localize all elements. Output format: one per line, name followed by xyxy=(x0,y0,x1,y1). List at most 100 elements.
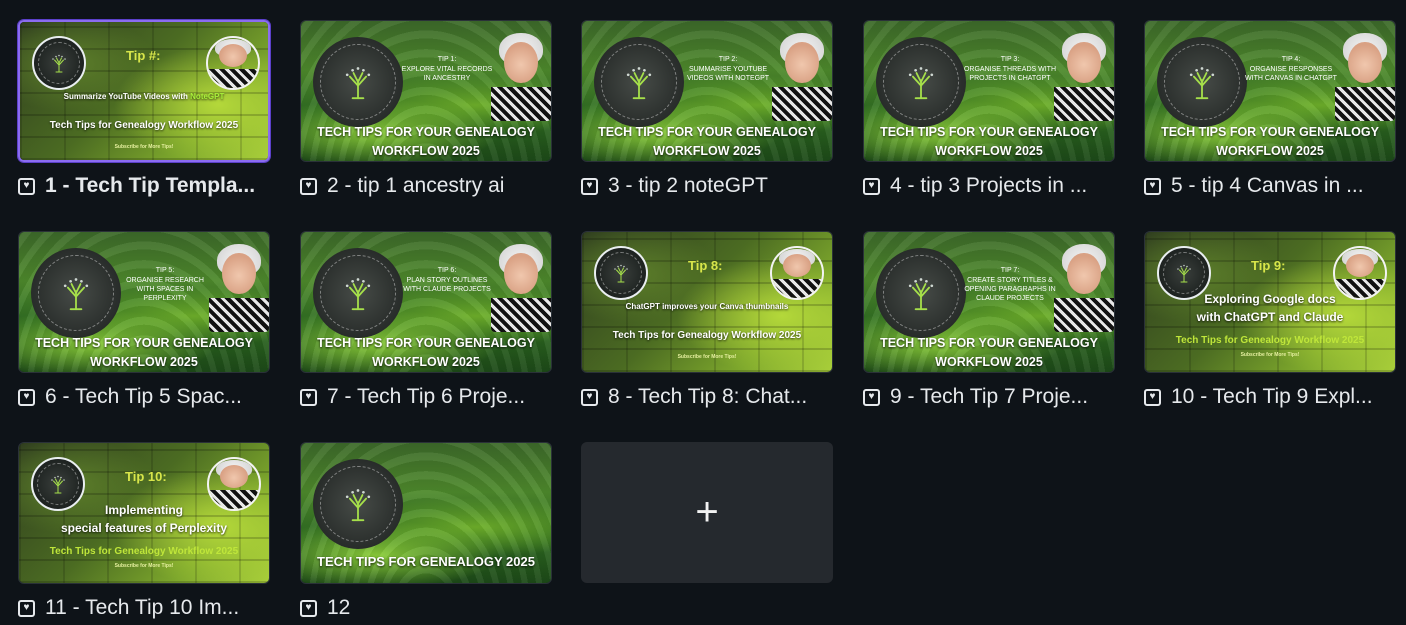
design-thumbnail[interactable]: TIP 4: ORGANISE RESPONSES WITH CANVAS IN … xyxy=(1144,20,1396,162)
portrait-face xyxy=(1067,252,1101,295)
design-card[interactable]: Tip 10: Implementing special features of P… xyxy=(18,442,270,622)
nextgengenealogy-logo xyxy=(1157,37,1247,127)
design-title: 9 - Tech Tip 7 Proje... xyxy=(890,385,1089,408)
design-caption[interactable]: 12 xyxy=(300,594,552,622)
nextgengenealogy-logo xyxy=(32,36,86,90)
tip-text: ORGANISE RESPONSES WITH CANVAS IN CHATGP… xyxy=(1245,66,1337,82)
headline-line-1: Exploring Google docs xyxy=(1204,292,1336,306)
presenter-portrait xyxy=(1054,31,1114,121)
tree-icon xyxy=(1177,264,1191,283)
design-thumbnail[interactable]: TIP 3: ORGANISE THREADS WITH PROJECTS IN … xyxy=(863,20,1115,162)
banner-line-1: TECH TIPS FOR YOUR GENEALOGY xyxy=(880,125,1098,139)
thumbnail-banner: TECH TIPS FOR YOUR GENEALOGY WORKFLOW 202… xyxy=(1145,123,1395,161)
design-thumbnail[interactable]: Tip 9: Exploring Google docs with ChatGPT … xyxy=(1144,231,1396,373)
design-caption[interactable]: 8 - Tech Tip 8: Chat... xyxy=(581,383,833,411)
design-thumbnail[interactable]: TIP 2: SUMMARISE YOUTUBE VIDEOS WITH Note… xyxy=(581,20,833,162)
portrait-clothing xyxy=(491,86,551,121)
design-type-icon xyxy=(300,177,317,195)
presenter-portrait xyxy=(770,246,824,300)
design-thumbnail[interactable]: TIP 5: ORGANISE RESEARCH WITH SPACES IN P… xyxy=(18,231,270,373)
design-type-icon xyxy=(300,599,317,617)
design-caption[interactable]: 5 - tip 4 Canvas in ... xyxy=(1144,172,1396,200)
design-card[interactable]: TIP 2: SUMMARISE YOUTUBE VIDEOS WITH Note… xyxy=(581,20,833,200)
tip-text: CREATE STORY TITLES & OPENING PARAGRAPHS… xyxy=(964,277,1056,302)
thumbnail-banner: TECH TIPS FOR YOUR GENEALOGY WORKFLOW 202… xyxy=(864,334,1114,372)
portrait-face xyxy=(1348,41,1382,84)
design-caption[interactable]: 11 - Tech Tip 10 Im... xyxy=(18,594,270,622)
banner-line-1: TECH TIPS FOR YOUR GENEALOGY xyxy=(880,336,1098,350)
portrait-face xyxy=(220,465,248,488)
tree-icon xyxy=(52,54,66,73)
portrait-clothing xyxy=(209,297,269,332)
design-type-icon xyxy=(1144,177,1161,195)
headline-text: ChatGPT improves your Canva thumbnails xyxy=(625,302,789,311)
tip-number: TIP 1: xyxy=(437,56,457,63)
thumbnail-banner: TECH TIPS FOR GENEALOGY 2025 xyxy=(317,554,535,569)
design-thumbnail[interactable]: TIP 7: CREATE STORY TITLES & OPENING PARA… xyxy=(863,231,1115,373)
design-card[interactable]: Tip 9: Exploring Google docs with ChatGPT … xyxy=(1144,231,1396,411)
design-thumbnail[interactable]: Tip 10: Implementing special features of P… xyxy=(18,442,270,584)
design-caption[interactable]: 6 - Tech Tip 5 Spac... xyxy=(18,383,270,411)
presenter-portrait xyxy=(1335,31,1395,121)
subscribe-text: Subscribe for More Tips! xyxy=(677,354,737,360)
portrait-clothing xyxy=(1054,297,1114,332)
design-card[interactable]: TIP 7: CREATE STORY TITLES & OPENING PARA… xyxy=(863,231,1115,411)
design-card[interactable]: TIP 3: ORGANISE THREADS WITH PROJECTS IN … xyxy=(863,20,1115,200)
banner-line-2: WORKFLOW 2025 xyxy=(372,355,480,369)
thumbnail-banner: TECH TIPS FOR YOUR GENEALOGY WORKFLOW 202… xyxy=(301,334,551,372)
tip-text: SUMMARISE YOUTUBE VIDEOS WITH NoteGPT xyxy=(686,66,770,82)
design-card[interactable]: TIP 1: EXPLORE VITAL RECORDS IN ANCESTRY T… xyxy=(300,20,552,200)
tree-icon xyxy=(908,67,934,100)
design-type-icon xyxy=(1144,388,1161,406)
design-title: 5 - tip 4 Canvas in ... xyxy=(1171,174,1364,197)
design-card[interactable]: TIP 4: ORGANISE RESPONSES WITH CANVAS IN … xyxy=(1144,20,1396,200)
banner-line-1: TECH TIPS FOR YOUR GENEALOGY xyxy=(317,125,535,139)
design-caption[interactable]: 10 - Tech Tip 9 Expl... xyxy=(1144,383,1396,411)
design-thumbnail[interactable]: TIP 1: EXPLORE VITAL RECORDS IN ANCESTRY T… xyxy=(300,20,552,162)
design-card[interactable]: TIP 5: ORGANISE RESEARCH WITH SPACES IN P… xyxy=(18,231,270,411)
presenter-portrait xyxy=(491,242,551,332)
design-type-icon xyxy=(18,177,35,195)
tip-number: TIP 6: xyxy=(437,267,457,274)
portrait-face xyxy=(222,252,256,295)
tree-icon xyxy=(1189,67,1215,100)
banner-line-2: WORKFLOW 2025 xyxy=(372,144,480,158)
design-card[interactable]: Tip #: Summarize YouTube Videos with Note… xyxy=(18,20,270,200)
tree-icon xyxy=(51,475,65,494)
nextgengenealogy-logo xyxy=(313,459,403,549)
design-caption[interactable]: 1 - Tech Tip Templa... xyxy=(18,172,270,200)
add-design-button[interactable]: + xyxy=(581,442,833,583)
portrait-clothing xyxy=(772,86,832,121)
presenter-portrait xyxy=(209,242,269,332)
thumbnail-banner: Tech Tips for Genealogy Workflow 2025 xyxy=(49,120,239,131)
plus-icon: + xyxy=(695,490,719,534)
portrait-clothing xyxy=(1335,86,1395,121)
thumbnail-banner: TECH TIPS FOR YOUR GENEALOGY WORKFLOW 202… xyxy=(301,123,551,161)
portrait-clothing xyxy=(491,297,551,332)
design-thumbnail[interactable]: Tip 8: ChatGPT improves your Canva thumbn… xyxy=(581,231,833,373)
design-card[interactable]: TECH TIPS FOR GENEALOGY 2025 12 xyxy=(300,442,552,622)
design-card[interactable]: Tip 8: ChatGPT improves your Canva thumbn… xyxy=(581,231,833,411)
design-caption[interactable]: 4 - tip 3 Projects in ... xyxy=(863,172,1115,200)
headline-line-1: Implementing xyxy=(104,503,183,517)
thumbnail-banner: Tech Tips for Genealogy Workflow 2025 xyxy=(1175,335,1365,346)
nextgengenealogy-logo xyxy=(594,246,648,300)
design-type-icon xyxy=(18,388,35,406)
design-caption[interactable]: 2 - tip 1 ancestry ai xyxy=(300,172,552,200)
design-caption[interactable]: 9 - Tech Tip 7 Proje... xyxy=(863,383,1115,411)
tip-number: Tip 10: xyxy=(125,469,167,484)
design-caption[interactable]: 3 - tip 2 noteGPT xyxy=(581,172,833,200)
tip-text: ORGANISE RESEARCH WITH SPACES IN PERPLEX… xyxy=(126,277,204,302)
design-caption[interactable]: 7 - Tech Tip 6 Proje... xyxy=(300,383,552,411)
design-card[interactable]: TIP 6: PLAN STORY OUTLINES WITH CLAUDE PR… xyxy=(300,231,552,411)
design-title: 1 - Tech Tip Templa... xyxy=(45,174,256,197)
design-thumbnail[interactable]: TECH TIPS FOR GENEALOGY 2025 xyxy=(300,442,552,584)
design-type-icon xyxy=(581,177,598,195)
portrait-face xyxy=(783,254,811,277)
design-thumbnail[interactable]: TIP 6: PLAN STORY OUTLINES WITH CLAUDE PR… xyxy=(300,231,552,373)
nextgengenealogy-logo xyxy=(313,37,403,127)
design-thumbnail[interactable]: Tip #: Summarize YouTube Videos with Note… xyxy=(18,20,270,162)
nextgengenealogy-logo xyxy=(876,37,966,127)
headline-accent: NoteGPT xyxy=(190,92,225,101)
portrait-face xyxy=(504,41,538,84)
